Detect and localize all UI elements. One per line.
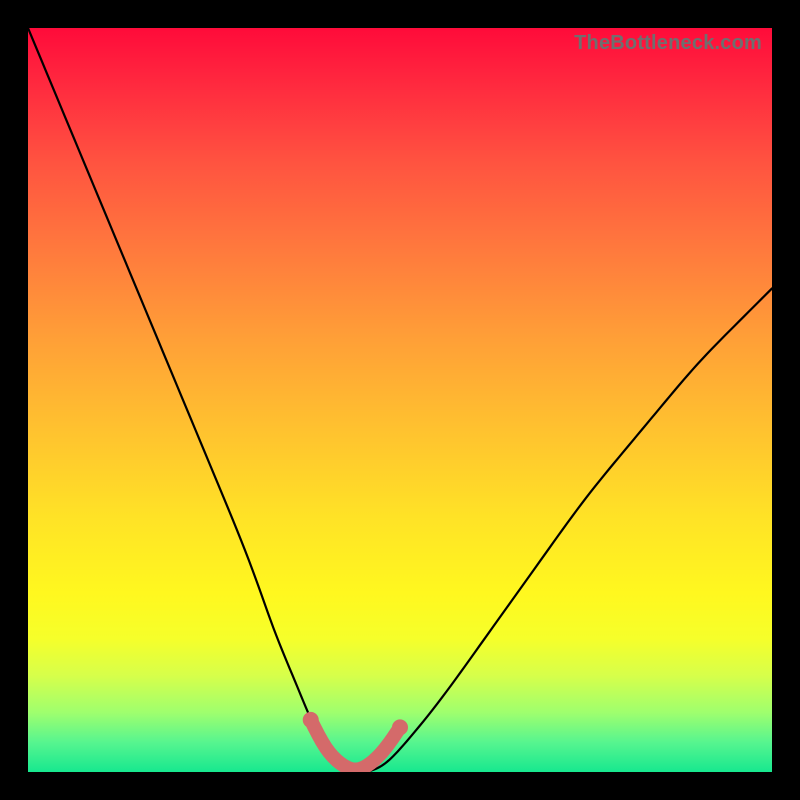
- plot-area: TheBottleneck.com: [28, 28, 772, 772]
- bottleneck-curve: [28, 28, 772, 772]
- chart-frame: TheBottleneck.com: [0, 0, 800, 800]
- curve-layer: [28, 28, 772, 772]
- sweet-spot-endpoint: [392, 719, 408, 735]
- sweet-spot-endpoint: [303, 712, 319, 728]
